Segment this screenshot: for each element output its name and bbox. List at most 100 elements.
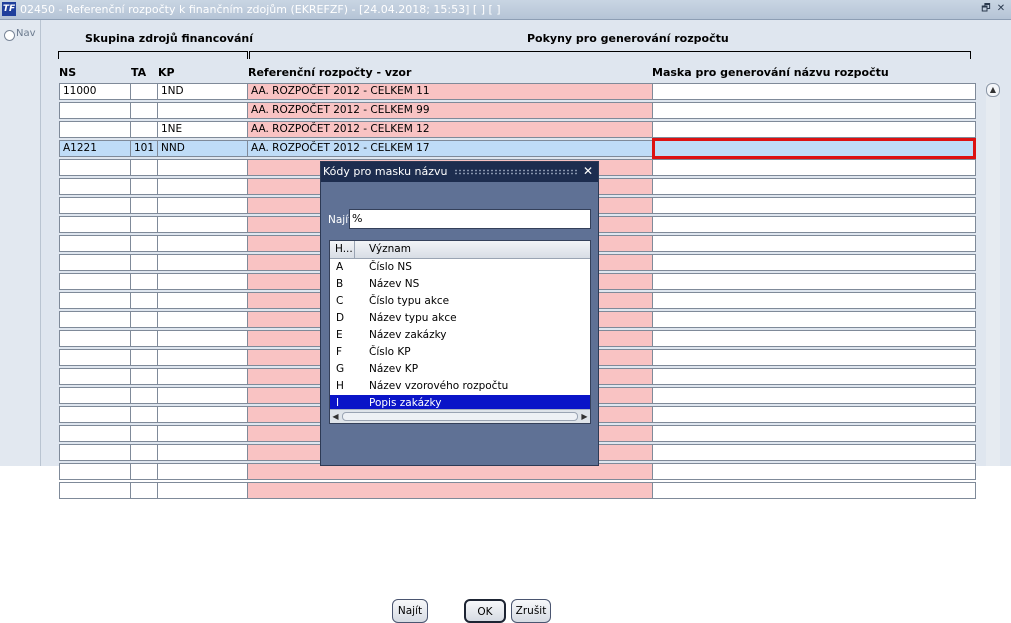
cell-ns[interactable] xyxy=(59,235,131,252)
cell-ns[interactable] xyxy=(59,311,131,328)
cell-ta[interactable] xyxy=(130,216,158,233)
cell-kp[interactable] xyxy=(157,216,248,233)
close-icon[interactable]: ✕ xyxy=(583,164,593,178)
list-item[interactable]: F Číslo KP xyxy=(330,344,590,361)
cell-kp[interactable] xyxy=(157,235,248,252)
list-item[interactable]: E Název zakázky xyxy=(330,327,590,344)
dialog-title-bar[interactable]: Kódy pro masku názvu ✕ xyxy=(321,162,598,182)
find-button[interactable]: Najít xyxy=(392,599,428,623)
cell-kp[interactable] xyxy=(157,349,248,366)
restore-icon[interactable]: 🗗 xyxy=(980,3,992,15)
cell-mask[interactable] xyxy=(652,349,976,366)
cell-kp[interactable] xyxy=(157,330,248,347)
cell-ta[interactable] xyxy=(130,444,158,461)
cell-kp[interactable]: 1ND xyxy=(157,83,248,100)
cell-mask[interactable] xyxy=(652,216,976,233)
cell-kp[interactable]: NND xyxy=(157,140,248,157)
cell-ns[interactable]: A1221 xyxy=(59,140,131,157)
cell-mask[interactable] xyxy=(652,102,976,119)
cell-ta[interactable] xyxy=(130,482,158,499)
cell-kp[interactable] xyxy=(157,368,248,385)
cell-kp[interactable] xyxy=(157,197,248,214)
cell-ns[interactable] xyxy=(59,387,131,404)
cell-ns[interactable] xyxy=(59,406,131,423)
cell-ta[interactable] xyxy=(130,235,158,252)
cell-kp[interactable] xyxy=(157,444,248,461)
list-item[interactable]: B Název NS xyxy=(330,276,590,293)
cell-ta[interactable] xyxy=(130,273,158,290)
nav-label[interactable]: Nav xyxy=(16,28,36,39)
list-header-code[interactable]: H... xyxy=(335,243,353,255)
cell-mask[interactable] xyxy=(652,235,976,252)
cell-ns[interactable] xyxy=(59,330,131,347)
cell-ta[interactable] xyxy=(130,121,158,138)
cell-ta[interactable] xyxy=(130,197,158,214)
cell-ns[interactable] xyxy=(59,178,131,195)
cell-ns[interactable] xyxy=(59,121,131,138)
cancel-button[interactable]: Zrušit xyxy=(511,599,551,623)
ok-button[interactable]: OK xyxy=(464,599,506,623)
cell-ns[interactable] xyxy=(59,425,131,442)
find-input[interactable]: % xyxy=(349,209,591,229)
cell-ta[interactable] xyxy=(130,254,158,271)
cell-ta[interactable] xyxy=(130,311,158,328)
cell-mask[interactable] xyxy=(652,292,976,309)
cell-ta[interactable] xyxy=(130,83,158,100)
cell-kp[interactable]: 1NE xyxy=(157,121,248,138)
vertical-scrollbar[interactable]: ▲ xyxy=(986,83,1000,466)
cell-ta[interactable]: 101 xyxy=(130,140,158,157)
cell-mask[interactable] xyxy=(652,368,976,385)
cell-ta[interactable] xyxy=(130,368,158,385)
cell-ns[interactable]: 11000 xyxy=(59,83,131,100)
cell-kp[interactable] xyxy=(157,425,248,442)
cell-mask[interactable] xyxy=(652,425,976,442)
cell-mask[interactable] xyxy=(652,121,976,138)
cell-mask[interactable] xyxy=(652,330,976,347)
cell-ta[interactable] xyxy=(130,425,158,442)
cell-ta[interactable] xyxy=(130,406,158,423)
cell-ref[interactable]: AA. ROZPOČET 2012 - CELKEM 11 xyxy=(247,83,653,100)
list-item[interactable]: D Název typu akce xyxy=(330,310,590,327)
cell-ns[interactable] xyxy=(59,482,131,499)
cell-kp[interactable] xyxy=(157,178,248,195)
cell-ns[interactable] xyxy=(59,368,131,385)
cell-mask[interactable] xyxy=(652,406,976,423)
cell-ns[interactable] xyxy=(59,216,131,233)
cell-kp[interactable] xyxy=(157,159,248,176)
cell-kp[interactable] xyxy=(157,273,248,290)
cell-ref[interactable]: AA. ROZPOČET 2012 - CELKEM 17 xyxy=(247,140,653,157)
cell-ref[interactable]: AA. ROZPOČET 2012 - CELKEM 12 xyxy=(247,121,653,138)
cell-mask[interactable] xyxy=(652,444,976,461)
cell-kp[interactable] xyxy=(157,102,248,119)
cell-ns[interactable] xyxy=(59,444,131,461)
list-horizontal-scrollbar[interactable]: ◀ ▶ xyxy=(330,409,590,423)
cell-mask[interactable] xyxy=(652,482,976,499)
cell-ns[interactable] xyxy=(59,102,131,119)
scroll-up-icon[interactable]: ▲ xyxy=(986,83,1000,97)
cell-ta[interactable] xyxy=(130,159,158,176)
cell-ref[interactable] xyxy=(247,482,653,499)
cell-mask[interactable] xyxy=(652,83,976,100)
cell-kp[interactable] xyxy=(157,311,248,328)
cell-mask[interactable] xyxy=(652,254,976,271)
nav-radio-icon[interactable] xyxy=(4,30,15,41)
cell-kp[interactable] xyxy=(157,482,248,499)
list-item[interactable]: C Číslo typu akce xyxy=(330,293,590,310)
cell-kp[interactable] xyxy=(157,387,248,404)
list-item[interactable]: G Název KP xyxy=(330,361,590,378)
cell-kp[interactable] xyxy=(157,406,248,423)
scroll-left-icon[interactable]: ◀ xyxy=(330,411,341,422)
cell-mask[interactable] xyxy=(652,387,976,404)
cell-mask[interactable] xyxy=(652,138,976,159)
cell-kp[interactable] xyxy=(157,254,248,271)
list-item[interactable]: H Název vzorového rozpočtu xyxy=(330,378,590,395)
cell-ns[interactable] xyxy=(59,159,131,176)
cell-mask[interactable] xyxy=(652,197,976,214)
cell-mask[interactable] xyxy=(652,311,976,328)
cell-ns[interactable] xyxy=(59,254,131,271)
cell-ta[interactable] xyxy=(130,178,158,195)
cell-ta[interactable] xyxy=(130,102,158,119)
cell-ta[interactable] xyxy=(130,349,158,366)
cell-ta[interactable] xyxy=(130,330,158,347)
cell-mask[interactable] xyxy=(652,178,976,195)
